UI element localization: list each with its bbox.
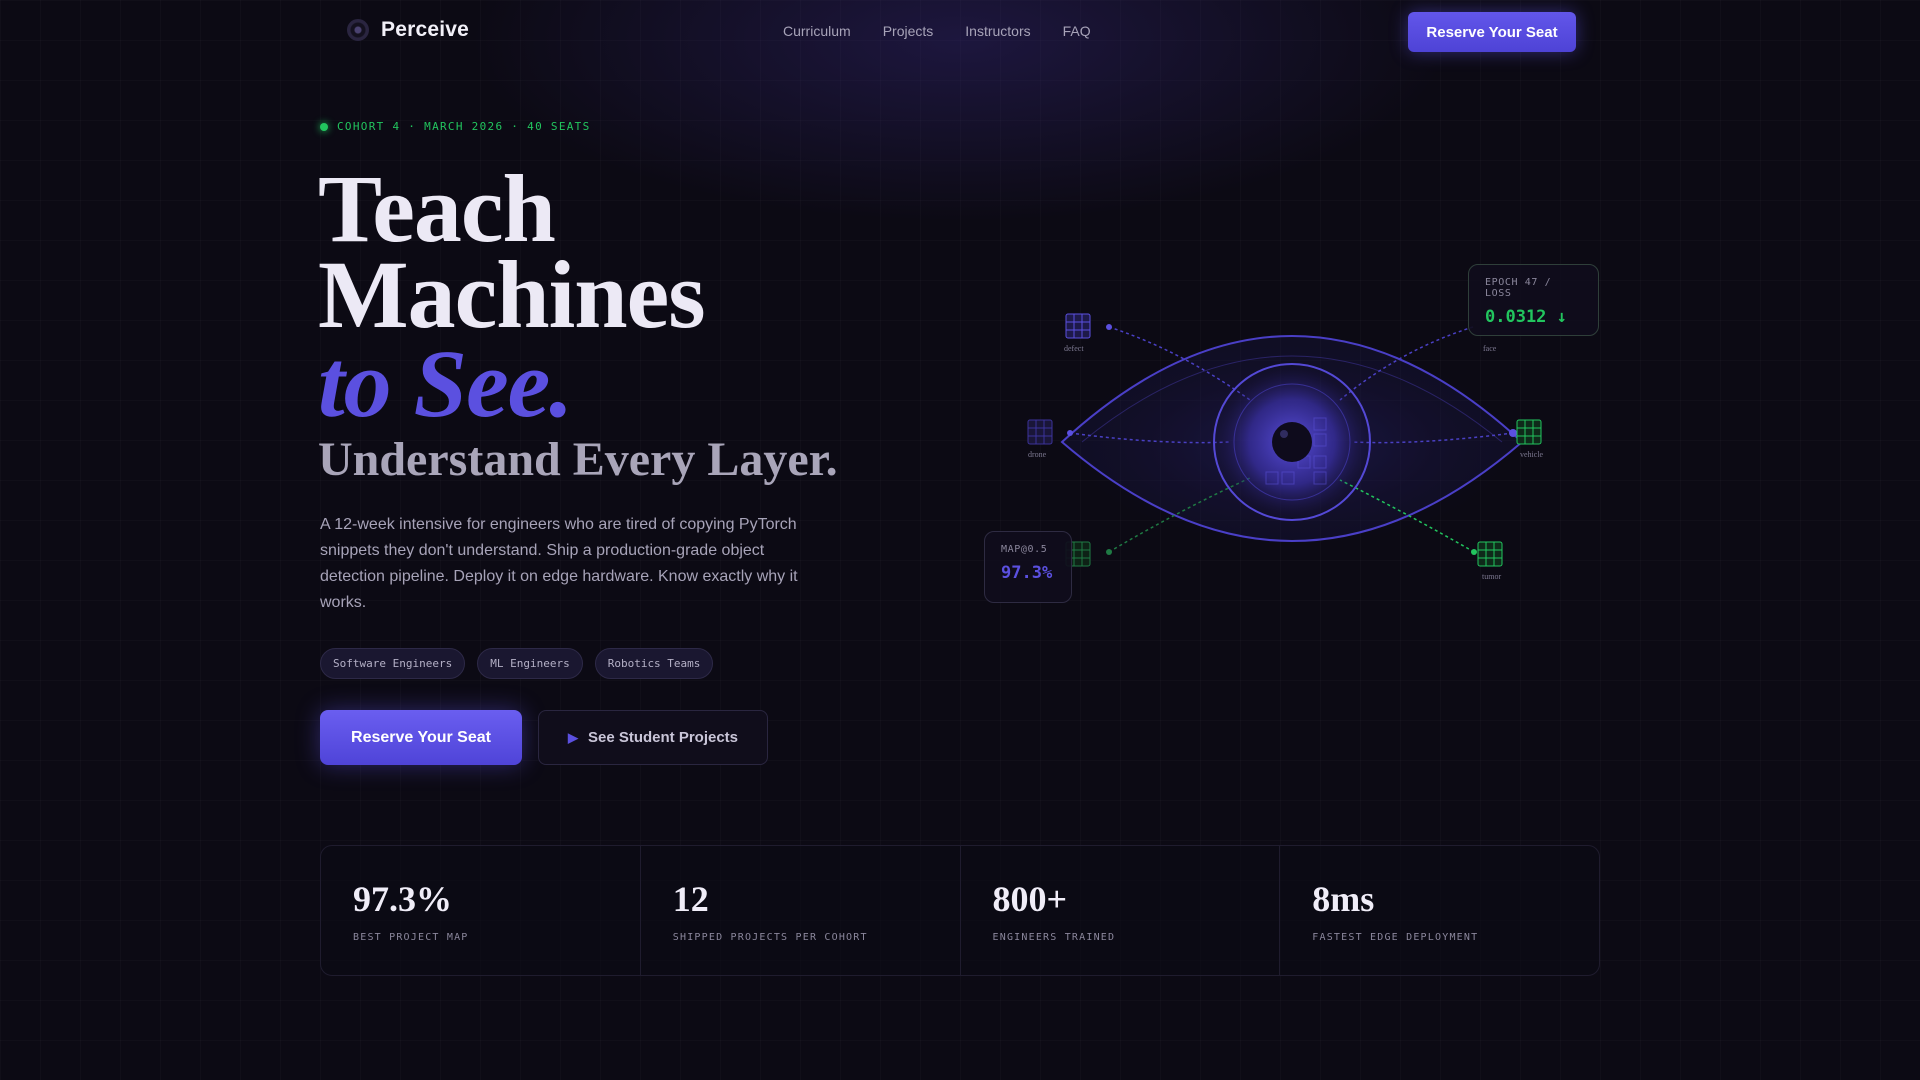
top-nav: Perceive Curriculum Projects Instructors… [0, 0, 1920, 64]
stat-shipped-projects: 12 SHIPPED PROJECTS PER COHORT [641, 846, 961, 975]
hero-reserve-seat-button[interactable]: Reserve Your Seat [320, 710, 522, 765]
node-label-face: face [1483, 344, 1497, 353]
cohort-badge: COHORT 4 · MARCH 2026 · 40 SEATS [320, 120, 591, 133]
node-dot-drone [1067, 430, 1073, 436]
nav-link-curriculum[interactable]: Curriculum [783, 23, 851, 39]
stat-label: ENGINEERS TRAINED [992, 932, 1116, 943]
node-label-vehicle: vehicle [1520, 450, 1544, 459]
see-student-projects-label: See Student Projects [587, 729, 739, 746]
node-label-defect: defect [1064, 344, 1084, 353]
landing-page: Perceive Curriculum Projects Instructors… [0, 0, 1920, 1080]
node-label-tumor: tumor [1482, 572, 1501, 581]
headline-line-2: Machines [318, 241, 706, 348]
node-face: face [1483, 344, 1497, 353]
epoch-loss-card: EPOCH 47 / LOSS 0.0312 ↓ [1468, 264, 1599, 336]
stats-bar: 97.3% BEST PROJECT MAP 12 SHIPPED PROJEC… [320, 845, 1600, 976]
see-student-projects-button[interactable]: ▶ See Student Projects [538, 710, 768, 765]
map-metric-card: MAP@0.5 97.3% [984, 531, 1072, 603]
tag-ml-engineers: ML Engineers [477, 648, 583, 679]
node-defect: defect [1064, 313, 1091, 353]
stat-label: FASTEST EDGE DEPLOYMENT [1312, 932, 1479, 943]
headline-subline: Understand Every Layer. [318, 433, 838, 486]
headline-accent: to See. [318, 330, 573, 437]
hero-headline: Teach Machines to See. Understand Every … [318, 155, 838, 488]
brand[interactable]: Perceive [347, 18, 469, 42]
stat-value: 12 [672, 879, 709, 919]
cohort-text: COHORT 4 · MARCH 2026 · 40 SEATS [337, 120, 591, 133]
pupil-highlight [1280, 430, 1288, 438]
nav-link-instructors[interactable]: Instructors [965, 23, 1030, 39]
tag-robotics-teams: Robotics Teams [594, 648, 714, 679]
stat-label: BEST PROJECT MAP [353, 932, 469, 943]
node-dot-lower-left [1106, 549, 1112, 555]
stat-value: 8ms [1312, 879, 1375, 919]
nav-links: Curriculum Projects Instructors FAQ [783, 23, 1091, 39]
status-dot-icon [320, 122, 328, 131]
node-label-drone: drone [1028, 450, 1047, 459]
node-drone: drone [1027, 419, 1053, 459]
stat-engineers-trained: 800+ ENGINEERS TRAINED [961, 846, 1281, 975]
play-icon: ▶ [567, 729, 578, 745]
stat-best-map: 97.3% BEST PROJECT MAP [321, 846, 641, 975]
node-dot-tumor [1471, 549, 1477, 555]
stat-value: 97.3% [353, 879, 452, 919]
map-metric-value: 97.3% [1001, 563, 1053, 583]
audience-tags: Software Engineers ML Engineers Robotics… [320, 648, 714, 679]
hero-description: A 12-week intensive for engineers who ar… [320, 516, 798, 611]
map-metric-label: MAP@0.5 [1001, 544, 1048, 555]
nav-link-projects[interactable]: Projects [883, 23, 934, 39]
node-vehicle: vehicle [1516, 419, 1544, 459]
headline-line-1: Teach [318, 155, 556, 262]
node-tumor: tumor [1477, 541, 1503, 581]
node-dot-vehicle [1509, 429, 1517, 437]
stat-edge-deployment: 8ms FASTEST EDGE DEPLOYMENT [1280, 846, 1599, 975]
nav-link-faq[interactable]: FAQ [1063, 23, 1091, 39]
epoch-loss-value: 0.0312 ↓ [1485, 307, 1567, 327]
epoch-loss-label: EPOCH 47 / LOSS [1485, 277, 1552, 299]
nav-reserve-seat-button[interactable]: Reserve Your Seat [1408, 12, 1576, 52]
eye-logo-icon [347, 19, 369, 41]
pupil [1272, 422, 1312, 462]
stat-value: 800+ [992, 879, 1068, 919]
brand-name: Perceive [381, 18, 470, 41]
stat-label: SHIPPED PROJECTS PER COHORT [672, 932, 868, 943]
node-dot-defect [1106, 324, 1112, 330]
tag-software-engineers: Software Engineers [320, 648, 466, 679]
